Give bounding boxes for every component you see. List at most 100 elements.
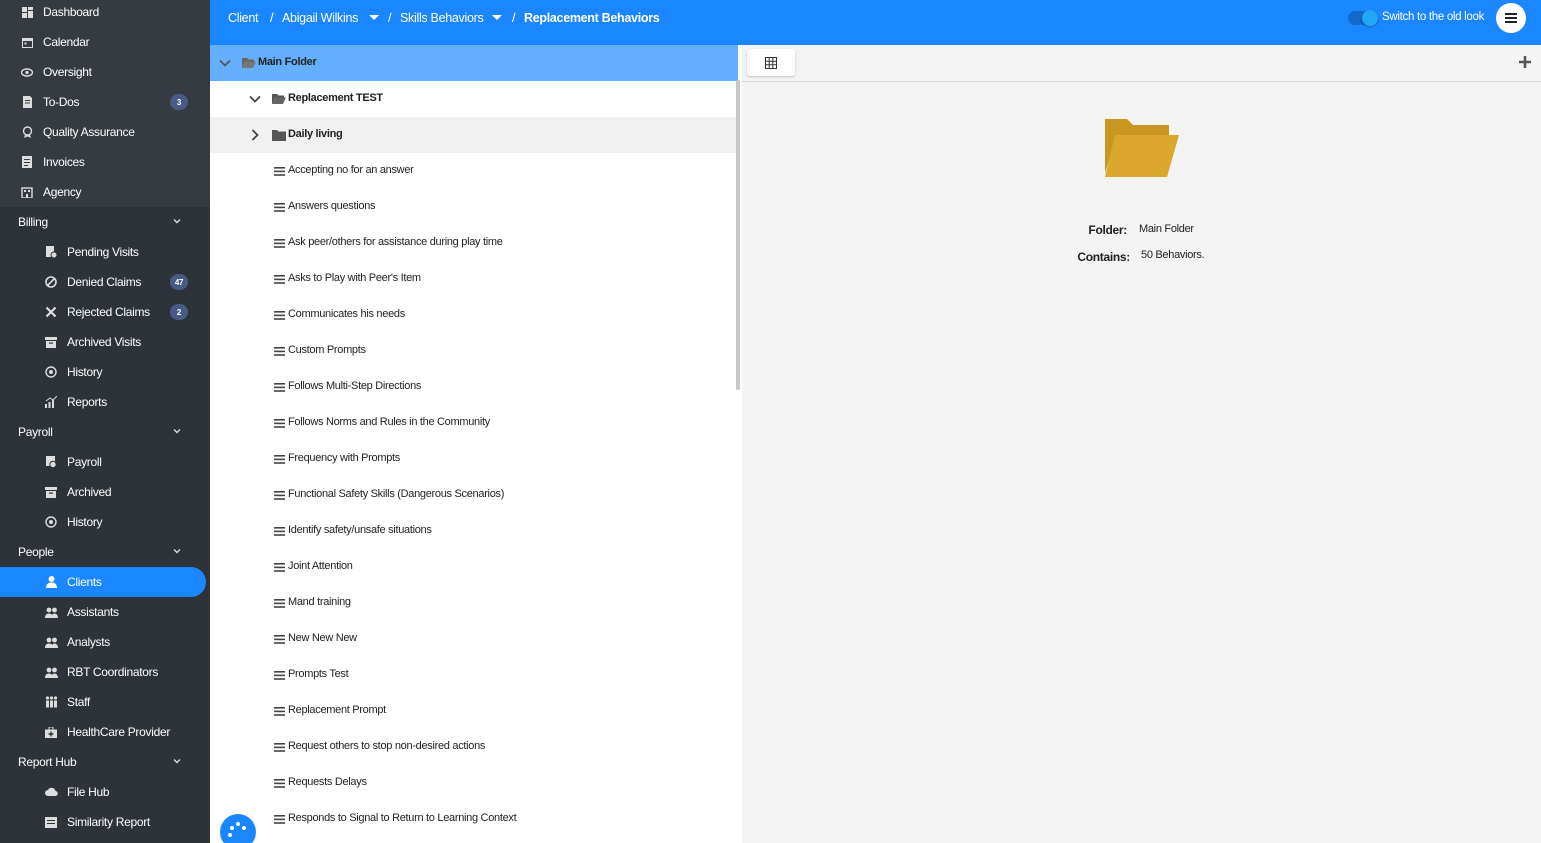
list-icon bbox=[274, 455, 285, 464]
old-look-label[interactable]: Switch to the old look bbox=[1382, 11, 1484, 23]
archive-icon bbox=[44, 335, 58, 349]
help-widget-button[interactable] bbox=[220, 814, 256, 843]
behavior-item[interactable]: Identify safety/unsafe situations bbox=[210, 513, 738, 549]
sidebar-item-payroll[interactable]: Payroll bbox=[0, 447, 210, 477]
behavior-item[interactable]: Joint Attention bbox=[210, 549, 738, 585]
behavior-label: Joint Attention bbox=[288, 560, 353, 572]
behavior-label: Replacement Prompt bbox=[288, 704, 386, 716]
sidebar-item-oversight[interactable]: Oversight bbox=[0, 57, 210, 87]
sidebar-item-archived-visits[interactable]: Archived Visits bbox=[0, 327, 210, 357]
list-icon bbox=[274, 347, 285, 356]
sidebar-item-reports[interactable]: Reports bbox=[0, 387, 210, 417]
tree-root-folder[interactable]: Main Folder bbox=[210, 45, 738, 81]
tree-folder[interactable]: Replacement TEST bbox=[210, 81, 738, 117]
palette-icon bbox=[228, 822, 246, 837]
sidebar-item-label: Denied Claims bbox=[67, 275, 142, 289]
behavior-item[interactable]: Prompts Test bbox=[210, 657, 738, 693]
list-icon bbox=[274, 491, 285, 500]
sidebar-item-label: Agency bbox=[43, 185, 82, 199]
users-icon bbox=[44, 635, 58, 649]
tree-item-label: Replacement TEST bbox=[288, 92, 383, 104]
add-icon[interactable] bbox=[1518, 55, 1532, 69]
behavior-item[interactable]: Ask peer/others for assistance during pl… bbox=[210, 225, 738, 261]
sidebar-item-clients[interactable]: Clients bbox=[0, 567, 206, 597]
sidebar-section-billing[interactable]: Billing bbox=[0, 207, 210, 237]
behavior-item[interactable]: Functional Safety Skills (Dangerous Scen… bbox=[210, 477, 738, 513]
behavior-item[interactable]: Mand training bbox=[210, 585, 738, 621]
sidebar-item-healthcare-provider[interactable]: HealthCare Provider bbox=[0, 717, 210, 747]
sidebar-item-label: Oversight bbox=[43, 65, 92, 79]
sidebar-item-assistants[interactable]: Assistants bbox=[0, 597, 210, 627]
sidebar-item-staff[interactable]: Staff bbox=[0, 687, 210, 717]
detail-toolbar bbox=[742, 45, 1541, 82]
menu-button[interactable] bbox=[1496, 3, 1526, 33]
reports-icon bbox=[44, 395, 58, 409]
behavior-label: Functional Safety Skills (Dangerous Scen… bbox=[288, 488, 505, 500]
behavior-item[interactable]: Requests Delays bbox=[210, 765, 738, 801]
sidebar-item-similarity-report[interactable]: Similarity Report bbox=[0, 807, 210, 837]
behavior-item[interactable]: Replacement Prompt bbox=[210, 693, 738, 729]
calendar-icon bbox=[20, 35, 34, 49]
tree-folder[interactable]: Daily living bbox=[210, 117, 738, 153]
todo-count-badge: 3 bbox=[170, 94, 188, 110]
chevron-down-icon[interactable] bbox=[218, 56, 232, 70]
pending-icon bbox=[44, 245, 58, 259]
chevron-right-icon[interactable] bbox=[248, 128, 262, 142]
sidebar-item-denied-claims[interactable]: Denied Claims 47 bbox=[0, 267, 210, 297]
sidebar-item-agency[interactable]: Agency bbox=[0, 177, 210, 207]
medkit-icon bbox=[44, 725, 58, 739]
sidebar-item-dashboard[interactable]: Dashboard bbox=[0, 0, 210, 27]
behavior-tree: Main Folder Replacement TEST Daily livin… bbox=[210, 45, 742, 843]
behavior-item[interactable]: New New New bbox=[210, 621, 738, 657]
sidebar-item-label: Pending Visits bbox=[67, 245, 139, 259]
sidebar-item-billing-history[interactable]: History bbox=[0, 357, 210, 387]
section-label: Report Hub bbox=[18, 755, 77, 769]
list-icon bbox=[274, 311, 285, 320]
behavior-item[interactable]: Communicates his needs bbox=[210, 297, 738, 333]
breadcrumb-client-name[interactable]: Abigail Wilkins bbox=[282, 11, 358, 25]
history-icon bbox=[44, 365, 58, 379]
sidebar-item-label: Invoices bbox=[43, 155, 85, 169]
tree-scrollbar[interactable] bbox=[736, 80, 740, 390]
sidebar-section-people[interactable]: People bbox=[0, 537, 210, 567]
behavior-item[interactable]: Accepting no for an answer bbox=[210, 153, 738, 189]
agency-icon bbox=[20, 185, 34, 199]
client-dropdown-icon[interactable] bbox=[369, 15, 379, 20]
behavior-item[interactable]: Follows Multi-Step Directions bbox=[210, 369, 738, 405]
sidebar-item-rejected-claims[interactable]: Rejected Claims 2 bbox=[0, 297, 210, 327]
sidebar-section-payroll[interactable]: Payroll bbox=[0, 417, 210, 447]
sidebar-item-quality-assurance[interactable]: Quality Assurance bbox=[0, 117, 210, 147]
todo-icon bbox=[20, 95, 34, 109]
behavior-label: Prompts Test bbox=[288, 668, 349, 680]
sidebar-item-pending-visits[interactable]: Pending Visits bbox=[0, 237, 210, 267]
behavior-item[interactable]: Request others to stop non-desired actio… bbox=[210, 729, 738, 765]
old-look-toggle[interactable] bbox=[1348, 10, 1378, 26]
sidebar-item-payroll-archived[interactable]: Archived bbox=[0, 477, 210, 507]
breadcrumb-skills-behaviors[interactable]: Skills Behaviors bbox=[400, 11, 484, 25]
chevron-down-icon[interactable] bbox=[248, 92, 262, 106]
sidebar-item-file-hub[interactable]: File Hub bbox=[0, 777, 210, 807]
tree-item-label: Main Folder bbox=[258, 56, 317, 68]
behavior-item[interactable]: Frequency with Prompts bbox=[210, 441, 738, 477]
breadcrumb-current: Replacement Behaviors bbox=[524, 11, 660, 25]
sidebar-item-analysts[interactable]: Analysts bbox=[0, 627, 210, 657]
grid-view-button[interactable] bbox=[747, 49, 795, 76]
skills-dropdown-icon[interactable] bbox=[492, 15, 502, 20]
sidebar-item-calendar[interactable]: Calendar bbox=[0, 27, 210, 57]
sidebar-item-rbt-coordinators[interactable]: RBT Coordinators bbox=[0, 657, 210, 687]
sidebar-item-invoices[interactable]: Invoices bbox=[0, 147, 210, 177]
sidebar-item-label: Assistants bbox=[67, 605, 119, 619]
behavior-item[interactable]: Responds to Signal to Return to Learning… bbox=[210, 801, 738, 837]
behavior-item[interactable]: Asks to Play with Peer's Item bbox=[210, 261, 738, 297]
sidebar-item-todos[interactable]: To-Dos 3 bbox=[0, 87, 210, 117]
sidebar-section-report-hub[interactable]: Report Hub bbox=[0, 747, 210, 777]
sidebar-item-label: RBT Coordinators bbox=[67, 665, 159, 679]
behavior-label: Answers questions bbox=[288, 200, 376, 212]
behavior-item[interactable]: Follows Norms and Rules in the Community bbox=[210, 405, 738, 441]
sidebar-item-payroll-history[interactable]: History bbox=[0, 507, 210, 537]
contains-value: 50 Behaviors. bbox=[1141, 249, 1205, 261]
behavior-label: Frequency with Prompts bbox=[288, 452, 400, 464]
behavior-item[interactable]: Answers questions bbox=[210, 189, 738, 225]
breadcrumb-client[interactable]: Client bbox=[228, 11, 258, 25]
behavior-item[interactable]: Custom Prompts bbox=[210, 333, 738, 369]
